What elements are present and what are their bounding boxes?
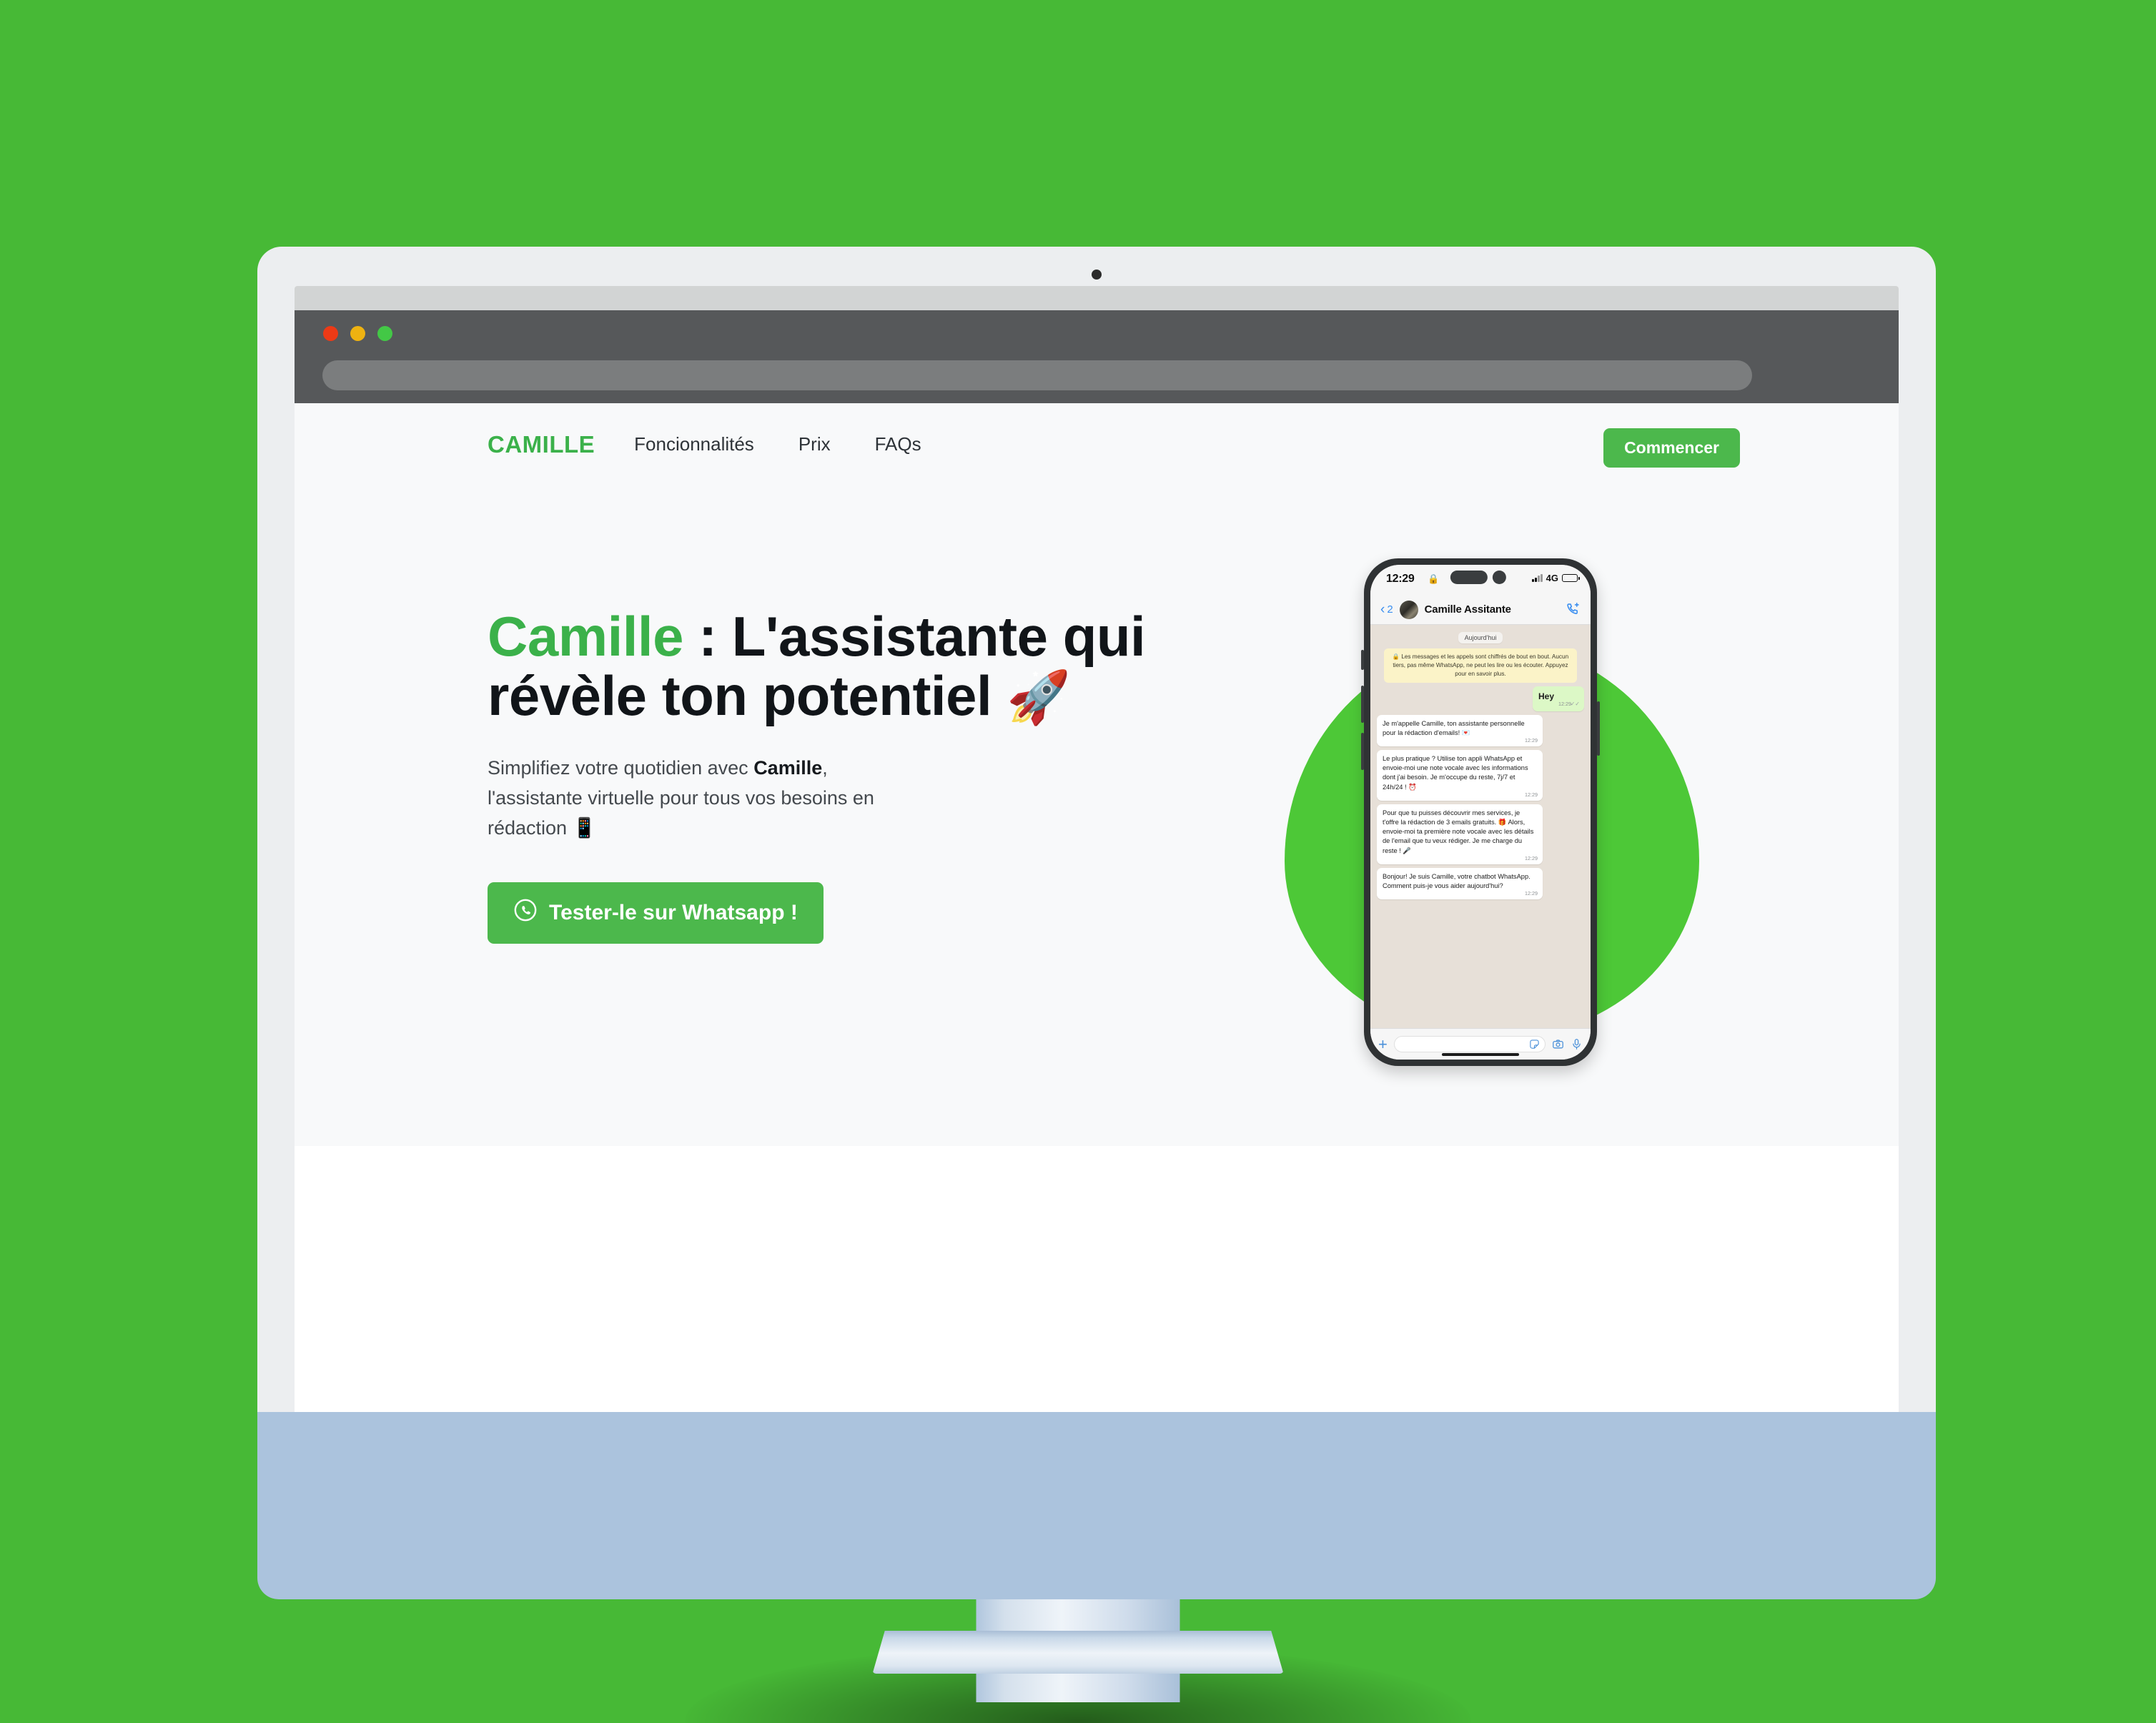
home-indicator xyxy=(1442,1053,1519,1056)
status-time: 12:29 xyxy=(1386,573,1415,585)
message-text: Bonjour! Je suis Camille, votre chatbot … xyxy=(1383,872,1531,889)
contact-name: Camille Assitante xyxy=(1424,603,1511,616)
commencer-button[interactable]: Commencer xyxy=(1603,428,1740,468)
maximize-window-icon[interactable] xyxy=(377,326,392,341)
phone-screen: 12:29 🔒 4G ‹ 2 Camille Assitante Aujourd… xyxy=(1370,565,1591,1060)
phone-silent-switch xyxy=(1361,650,1364,670)
tester-whatsapp-button[interactable]: Tester-le sur Whatsapp ! xyxy=(488,882,824,944)
rocket-icon: 🚀 xyxy=(1007,669,1071,727)
battery-icon xyxy=(1562,574,1580,582)
chat-bubble-incoming: Pour que tu puisses découvrir mes servic… xyxy=(1377,804,1543,864)
window-traffic-lights xyxy=(323,326,392,341)
hero-visual: 12:29 🔒 4G ‹ 2 Camille Assitante Aujourd… xyxy=(1245,550,1789,1172)
message-input[interactable] xyxy=(1393,1036,1546,1052)
minimize-window-icon[interactable] xyxy=(350,326,365,341)
chat-bubble-incoming: Je m'appelle Camille, ton assistante per… xyxy=(1377,714,1543,747)
website-viewport: CAMILLE Foncionnalités Prix FAQs Commenc… xyxy=(295,403,1899,1226)
phone-volume-up-button xyxy=(1361,686,1364,723)
hero-subtitle: Simplifiez votre quotidien avec Camille,… xyxy=(488,754,916,844)
unread-count-badge: 2 xyxy=(1387,603,1393,616)
message-timestamp: 12:29 xyxy=(1558,701,1571,708)
message-text: Pour que tu puisses découvrir mes servic… xyxy=(1383,809,1534,854)
read-receipt-icon: ✓✓ xyxy=(1570,701,1580,708)
phone-status-bar: 12:29 🔒 4G xyxy=(1370,565,1591,595)
hero-subtitle-before: Simplifiez votre quotidien avec xyxy=(488,756,754,779)
chat-bubble-incoming: Le plus pratique ? Utilise ton appli Wha… xyxy=(1377,750,1543,801)
phone-power-button xyxy=(1597,701,1600,756)
status-indicators: 4G xyxy=(1532,573,1580,583)
island-pill xyxy=(1450,571,1488,584)
address-bar-input[interactable] xyxy=(322,360,1752,390)
page-title: Camille : L'assistante qui révèle ton po… xyxy=(488,605,1202,727)
lock-icon: 🔒 xyxy=(1428,573,1440,584)
video-call-icon[interactable] xyxy=(1566,602,1581,617)
browser-window: CAMILLE Foncionnalités Prix FAQs Commenc… xyxy=(295,286,1899,1441)
signal-strength-icon xyxy=(1532,574,1543,582)
chat-bubble-incoming: Bonjour! Je suis Camille, votre chatbot … xyxy=(1377,867,1543,900)
hero-subtitle-bold: Camille xyxy=(753,756,823,779)
chat-bubble-outgoing: Hey 12:29 ✓✓ xyxy=(1532,686,1584,711)
hero-cta-label: Tester-le sur Whatsapp ! xyxy=(549,901,798,925)
day-divider: Aujourd'hui xyxy=(1458,632,1503,643)
chat-header: ‹ 2 Camille Assitante xyxy=(1370,595,1591,625)
back-chevron-icon[interactable]: ‹ xyxy=(1380,603,1385,616)
monitor-stand-base xyxy=(872,1631,1284,1674)
page-bottom-spacer xyxy=(295,1146,1899,1226)
message-timestamp: 12:29 xyxy=(1525,736,1538,744)
hero-section: Camille : L'assistante qui révèle ton po… xyxy=(488,605,1202,944)
message-text: Je m'appelle Camille, ton assistante per… xyxy=(1383,719,1525,736)
webcam-icon xyxy=(1092,270,1102,280)
close-window-icon[interactable] xyxy=(323,326,338,341)
front-camera-icon xyxy=(1492,571,1506,584)
avatar[interactable] xyxy=(1399,600,1418,619)
message-timestamp: 12:29 xyxy=(1525,854,1538,862)
sticker-icon[interactable] xyxy=(1529,1039,1540,1050)
hero-heading-brand: Camille xyxy=(488,605,683,668)
encryption-notice[interactable]: 🔒 Les messages et les appels sont chiffr… xyxy=(1384,648,1577,683)
imac-monitor-frame: CAMILLE Foncionnalités Prix FAQs Commenc… xyxy=(257,247,1936,1441)
message-text: Le plus pratique ? Utilise ton appli Wha… xyxy=(1383,755,1528,791)
message-text: Hey xyxy=(1538,691,1554,701)
message-timestamp: 12:29 xyxy=(1525,889,1538,897)
brand-logo[interactable]: CAMILLE xyxy=(488,431,595,458)
dynamic-island xyxy=(1450,571,1506,584)
iphone-mockup: 12:29 🔒 4G ‹ 2 Camille Assitante Aujourd… xyxy=(1361,558,1600,1066)
browser-toolbar xyxy=(295,310,1899,403)
nav-item-prix[interactable]: Prix xyxy=(798,433,831,455)
phone-volume-down-button xyxy=(1361,733,1364,770)
imac-chin xyxy=(257,1412,1936,1599)
whatsapp-icon xyxy=(513,898,538,928)
camera-icon[interactable] xyxy=(1552,1038,1564,1050)
attach-plus-icon[interactable]: + xyxy=(1378,1036,1388,1052)
site-navigation-bar: CAMILLE Foncionnalités Prix FAQs Commenc… xyxy=(295,403,1899,485)
microphone-icon[interactable] xyxy=(1571,1038,1583,1050)
message-timestamp: 12:29 xyxy=(1525,791,1538,798)
chat-message-list[interactable]: Aujourd'hui 🔒 Les messages et les appels… xyxy=(1370,625,1591,1028)
nav-item-fonctionnalites[interactable]: Foncionnalités xyxy=(634,433,754,455)
network-type-label: 4G xyxy=(1546,573,1558,583)
nav-item-faqs[interactable]: FAQs xyxy=(875,433,921,455)
browser-tab-strip xyxy=(295,286,1899,310)
nav-links-group: Foncionnalités Prix FAQs xyxy=(634,433,921,455)
